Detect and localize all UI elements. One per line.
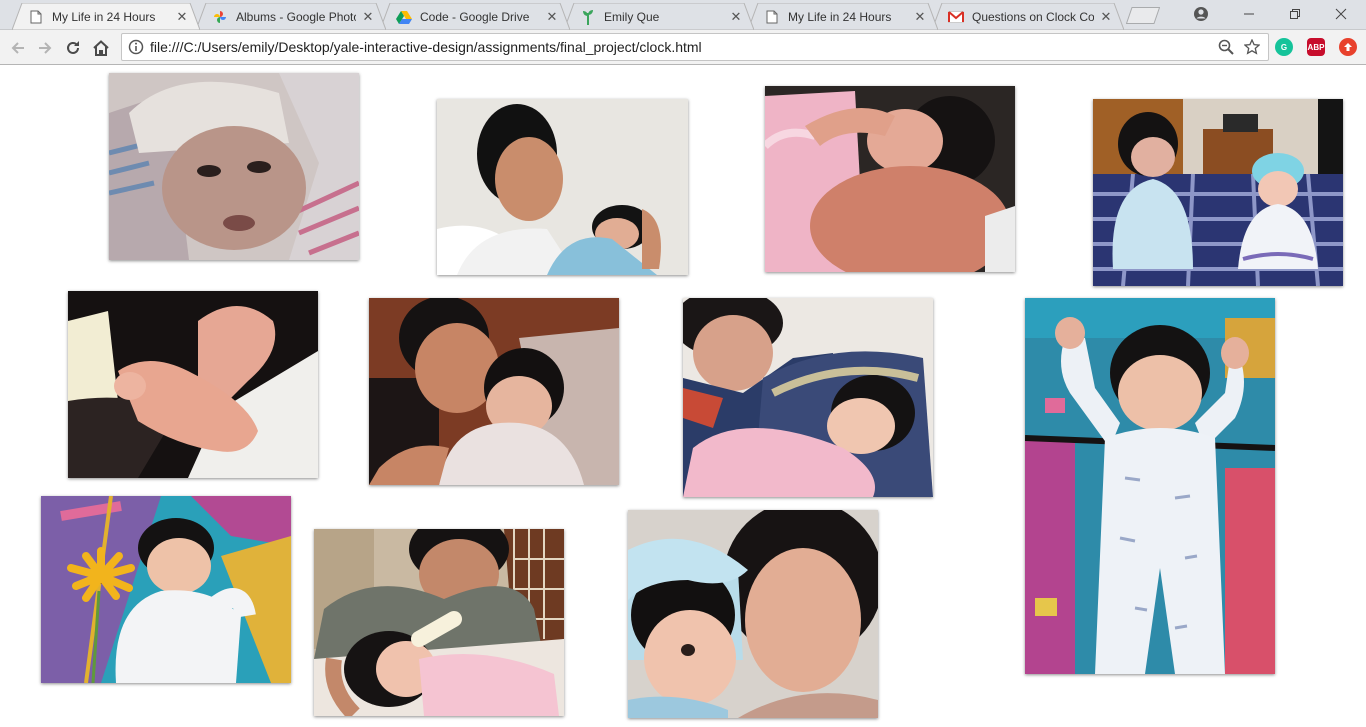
minimize-icon <box>1244 13 1254 15</box>
back-button[interactable] <box>6 36 30 60</box>
close-tab-icon[interactable]: ✕ <box>912 9 928 25</box>
photo-baby-with-doll[interactable] <box>1093 99 1343 286</box>
tab-4[interactable]: My Life in 24 Hours ✕ <box>748 3 938 30</box>
bookmark-star-button[interactable] <box>1242 37 1262 57</box>
photo-image <box>437 99 688 275</box>
close-tab-icon[interactable]: ✕ <box>360 9 376 25</box>
close-tab-icon[interactable]: ✕ <box>728 9 744 25</box>
photo-image <box>41 496 291 683</box>
gmail-icon <box>948 9 964 25</box>
browser-toolbar: file:///C:/Users/emily/Desktop/yale-inte… <box>0 30 1366 65</box>
tab-title: My Life in 24 Hours <box>52 9 156 24</box>
photo-image <box>765 86 1015 272</box>
page-icon <box>28 9 44 25</box>
profile-button[interactable] <box>1178 0 1224 28</box>
photo-image <box>314 529 564 716</box>
photo-image <box>628 510 878 718</box>
close-tab-icon[interactable]: ✕ <box>544 9 560 25</box>
photo-gallery <box>0 66 1366 727</box>
photo-baby-feet[interactable] <box>68 291 318 478</box>
photo-image <box>68 291 318 478</box>
forward-arrow-icon <box>39 42 52 54</box>
tab-3[interactable]: Emily Que ✕ <box>564 3 754 30</box>
photo-mother-baby-portrait[interactable] <box>628 510 878 718</box>
photo-image <box>369 298 619 485</box>
star-icon <box>1244 39 1260 55</box>
photo-baby-arms-raised[interactable] <box>1025 298 1275 674</box>
minimize-button[interactable] <box>1226 0 1272 28</box>
url-text[interactable]: file:///C:/Users/emily/Desktop/yale-inte… <box>150 39 1216 55</box>
tab-2[interactable]: Code - Google Drive ✕ <box>380 3 570 30</box>
restore-button[interactable] <box>1272 0 1318 28</box>
adblock-plus-icon[interactable]: ABP <box>1307 38 1325 56</box>
tab-title: Emily Que <box>604 9 660 24</box>
photo-image <box>683 298 933 497</box>
tab-strip: My Life in 24 Hours ✕ Albums - Google Ph… <box>0 0 1366 30</box>
reload-icon <box>67 41 79 54</box>
tab-5[interactable]: Questions on Clock Concept ✕ <box>932 3 1124 30</box>
photo-newborn-blanket[interactable] <box>109 73 359 260</box>
photo-baby-yellow-flower[interactable] <box>41 496 291 683</box>
info-icon[interactable] <box>128 39 144 55</box>
account-icon <box>1194 7 1208 21</box>
tab-title: Albums - Google Photos <box>236 9 356 24</box>
photo-image <box>1025 298 1275 674</box>
page-icon <box>764 9 780 25</box>
photo-image <box>109 73 359 260</box>
forward-button[interactable] <box>33 36 57 60</box>
reload-button[interactable] <box>61 36 85 60</box>
zoom-out-icon <box>1218 39 1234 55</box>
photo-mother-baby-rocker[interactable] <box>683 298 933 497</box>
photo-image <box>1093 99 1343 286</box>
arrow-up-icon <box>1344 43 1352 51</box>
google-drive-icon <box>396 9 412 25</box>
new-tab-button[interactable] <box>1126 7 1160 24</box>
tab-1[interactable]: Albums - Google Photos ✕ <box>196 3 386 30</box>
restore-icon <box>1290 9 1300 19</box>
tab-title: My Life in 24 Hours <box>788 9 892 24</box>
home-button[interactable] <box>89 36 113 60</box>
google-photos-icon <box>212 9 228 25</box>
close-tab-icon[interactable]: ✕ <box>1098 9 1114 25</box>
back-arrow-icon <box>11 42 24 54</box>
home-icon <box>93 40 109 56</box>
tab-title: Questions on Clock Concept <box>972 9 1094 24</box>
close-window-icon <box>1335 8 1347 20</box>
extension-up-icon[interactable] <box>1339 38 1357 56</box>
tab-0[interactable]: My Life in 24 Hours ✕ <box>12 3 200 30</box>
address-bar[interactable]: file:///C:/Users/emily/Desktop/yale-inte… <box>121 33 1269 61</box>
close-window-button[interactable] <box>1318 0 1364 28</box>
photo-father-feeding-baby[interactable] <box>314 529 564 716</box>
close-tab-icon[interactable]: ✕ <box>174 9 190 25</box>
photo-father-cuddling-baby[interactable] <box>369 298 619 485</box>
plant-icon <box>580 9 596 25</box>
zoom-button[interactable] <box>1216 37 1236 57</box>
photo-father-holding-baby[interactable] <box>437 99 688 275</box>
photo-baby-sleeping-arms-up[interactable] <box>765 86 1015 272</box>
tab-title: Code - Google Drive <box>420 9 530 24</box>
grammarly-icon[interactable]: G <box>1275 38 1293 56</box>
